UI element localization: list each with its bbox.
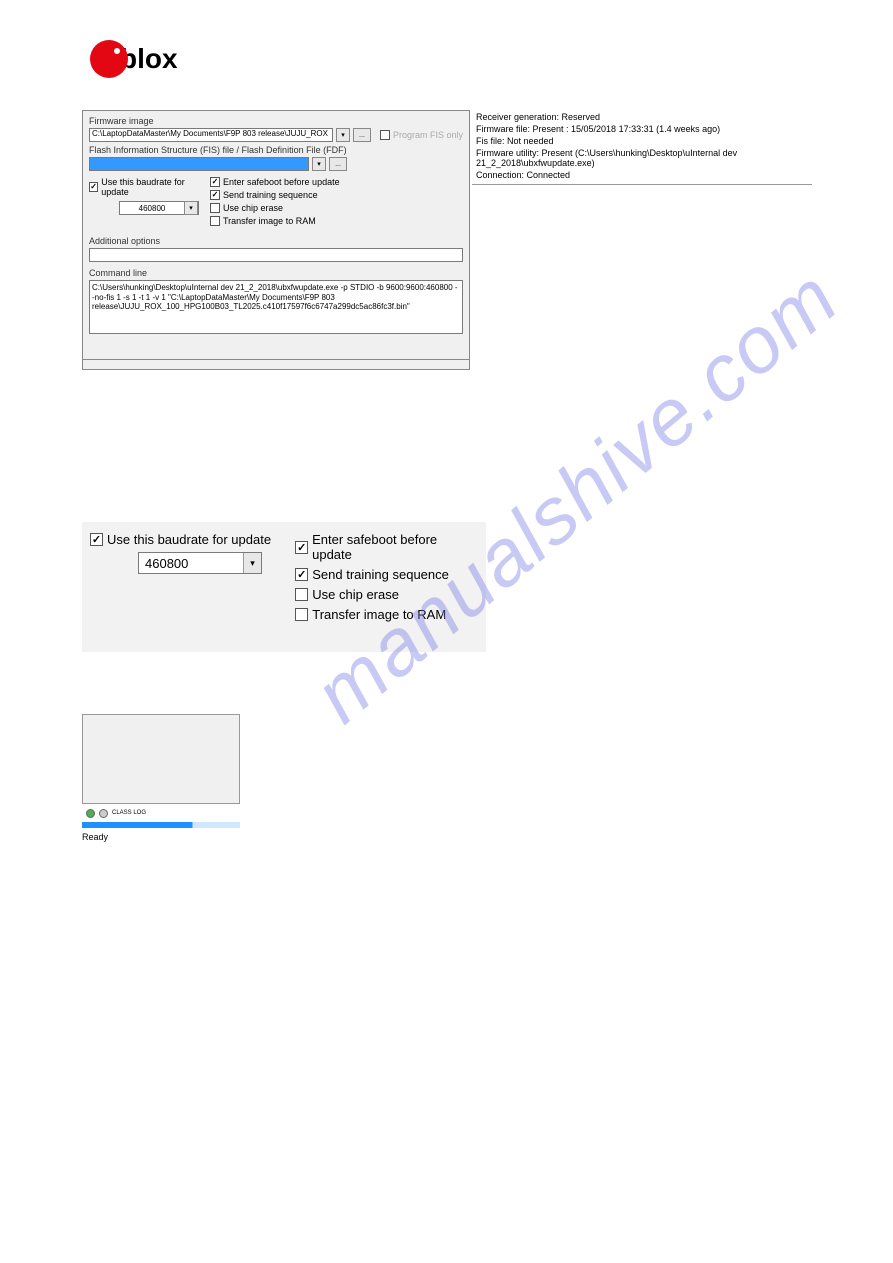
fis-file-label: Flash Information Structure (FIS) file /… [89,145,463,155]
use-baudrate-checkbox-zoom[interactable] [90,533,103,546]
logo-circle-icon [90,40,128,78]
ublox-logo: blox [90,40,178,78]
status-dot-grey-icon [99,809,108,818]
firmware-image-label: Firmware image [89,116,463,126]
output-area [82,714,240,804]
baudrate-dropdown-icon[interactable]: ▾ [184,201,198,215]
transfer-to-ram-label: Transfer image to RAM [223,216,316,226]
status-dot-green-icon [86,809,95,818]
use-chip-erase-checkbox-zoom[interactable] [295,588,308,601]
fis-file-path-input[interactable] [89,157,309,171]
send-training-label: Send training sequence [223,190,318,200]
firmware-file-info: Firmware file: Present : 15/05/2018 17:3… [476,124,808,134]
enter-safeboot-label-zoom: Enter safeboot before update [312,532,478,562]
baudrate-value-zoom: 460800 [139,556,243,571]
status-crop-panel: CLASS LOG Ready [82,714,240,846]
use-baudrate-checkbox[interactable] [89,182,98,192]
command-line-output: C:\Users\hunking\Desktop\uInternal dev 2… [89,280,463,334]
additional-options-label: Additional options [89,236,463,246]
command-line-label: Command line [89,268,463,278]
firmware-image-path-input[interactable]: C:\LaptopDataMaster\My Documents\F9P 803… [89,128,333,142]
enter-safeboot-label: Enter safeboot before update [223,177,340,187]
program-fis-only-checkbox[interactable] [380,130,390,140]
firmware-path-dropdown-icon[interactable]: ▾ [336,128,350,142]
status-class-log-label: CLASS LOG [112,810,146,816]
firmware-utility-info: Firmware utility: Present (C:\Users\hunk… [476,148,808,168]
enter-safeboot-checkbox-zoom[interactable] [295,541,308,554]
transfer-to-ram-checkbox[interactable] [210,216,220,226]
connection-info: Connection: Connected [476,170,808,180]
options-zoom-panel: Use this baudrate for update 460800 ▾ En… [82,522,486,652]
receiver-generation-info: Receiver generation: Reserved [476,112,808,122]
fis-path-dropdown-icon[interactable]: ▾ [312,157,326,171]
fis-browse-button[interactable]: ... [329,157,347,171]
use-baudrate-label-zoom: Use this baudrate for update [107,532,271,547]
right-info-panel: Receiver generation: Reserved Firmware f… [472,110,812,185]
transfer-to-ram-label-zoom: Transfer image to RAM [312,607,446,622]
use-chip-erase-label-zoom: Use chip erase [312,587,399,602]
status-bar: CLASS LOG [82,806,240,820]
use-baudrate-label: Use this baudrate for update [101,177,204,197]
use-chip-erase-label: Use chip erase [223,203,283,213]
firmware-browse-button[interactable]: ... [353,128,371,142]
baudrate-select[interactable]: 460800 ▾ [119,201,199,215]
dialog-bottom-strip [82,354,470,360]
baudrate-select-zoom[interactable]: 460800 ▾ [138,552,262,574]
ready-status: Ready [82,832,240,842]
send-training-label-zoom: Send training sequence [312,567,449,582]
left-config-panel: Firmware image C:\LaptopDataMaster\My Do… [82,110,470,370]
send-training-checkbox[interactable] [210,190,220,200]
use-chip-erase-checkbox[interactable] [210,203,220,213]
program-fis-only-label: Program FIS only [393,130,463,140]
fis-file-info: Fis file: Not needed [476,136,808,146]
logo-text: blox [120,43,178,75]
transfer-to-ram-checkbox-zoom[interactable] [295,608,308,621]
baudrate-dropdown-icon-zoom[interactable]: ▾ [243,553,261,573]
send-training-checkbox-zoom[interactable] [295,568,308,581]
additional-options-input[interactable] [89,248,463,262]
enter-safeboot-checkbox[interactable] [210,177,220,187]
baudrate-value: 460800 [120,204,184,213]
progress-bar [82,822,240,828]
